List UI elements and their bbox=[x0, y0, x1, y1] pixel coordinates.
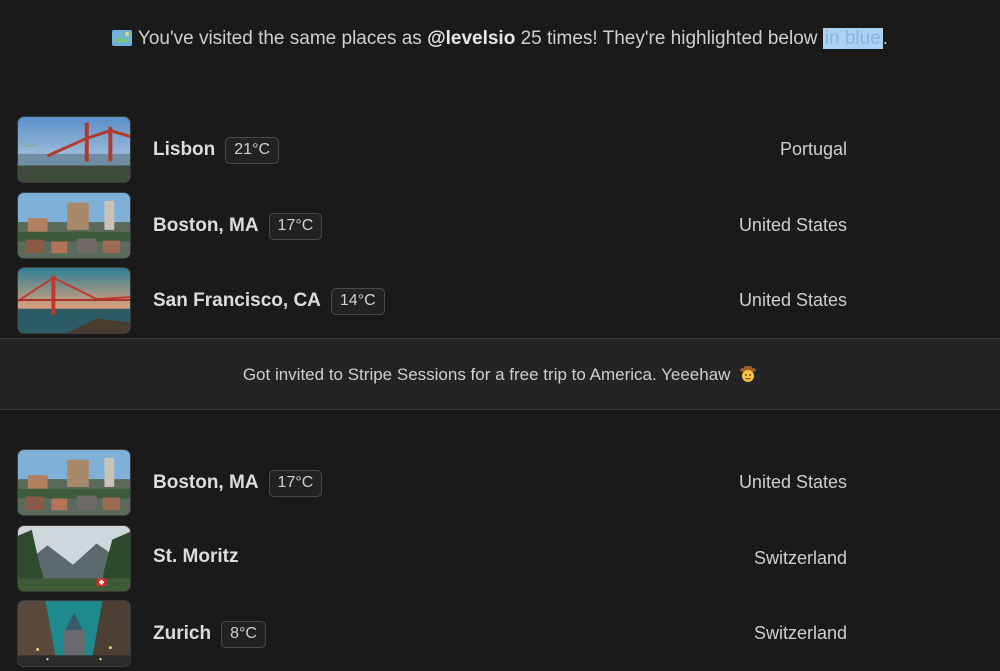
banner-suffix: . bbox=[882, 28, 889, 49]
country-name: United States bbox=[738, 290, 847, 310]
highlight-text: in blue bbox=[822, 28, 883, 49]
places-list-after: Boston, MA 17°C United States St. Moritz … bbox=[0, 446, 1000, 671]
cowboy-face-emoji bbox=[739, 342, 757, 382]
city-name: Lisbon 21°C bbox=[153, 137, 280, 164]
trip-note: Got invited to Stripe Sessions for a fre… bbox=[0, 338, 1000, 410]
banner-prefix: You've visited the same places as bbox=[137, 28, 422, 49]
temperature-badge: 17°C bbox=[268, 470, 323, 497]
place-row[interactable]: Boston, MA 17°C United States bbox=[0, 189, 1000, 265]
zurich-street-photo bbox=[17, 600, 131, 667]
country-name: Switzerland bbox=[753, 623, 847, 643]
mountain-valley-photo bbox=[17, 524, 131, 592]
places-list-before: Lisbon 21°C Portugal Boston, MA 17°C Unite… bbox=[0, 113, 1000, 340]
place-row[interactable]: Lisbon 21°C Portugal bbox=[0, 113, 1000, 189]
city-name: St. Moritz bbox=[153, 545, 239, 567]
city-name: Boston, MA 17°C bbox=[153, 212, 323, 240]
place-row[interactable]: Zurich 8°C Switzerland bbox=[0, 597, 1000, 671]
visit-summary-banner: You've visited the same places as @level… bbox=[0, 28, 1000, 50]
boston-city-photo bbox=[17, 191, 131, 259]
map-icon bbox=[111, 30, 132, 46]
banner-middle: 25 times! They're highlighted below bbox=[520, 28, 818, 49]
note-text: Got invited to Stripe Sessions for a fre… bbox=[242, 365, 731, 384]
country-name: United States bbox=[738, 214, 847, 235]
temperature-badge: 8°C bbox=[221, 621, 266, 648]
temperature-badge: 21°C bbox=[225, 137, 280, 164]
country-name: Switzerland bbox=[753, 547, 847, 568]
city-name: Zurich 8°C bbox=[153, 621, 266, 648]
lisbon-bridge-photo bbox=[17, 116, 131, 183]
country-name: Portugal bbox=[779, 139, 847, 159]
temperature-badge: 17°C bbox=[268, 212, 323, 240]
place-row[interactable]: St. Moritz Switzerland bbox=[0, 522, 1000, 598]
username-link[interactable]: @levelsio bbox=[427, 28, 515, 49]
country-name: United States bbox=[738, 472, 847, 492]
temperature-badge: 14°C bbox=[330, 288, 385, 315]
golden-gate-photo bbox=[17, 267, 131, 334]
place-row[interactable]: San Francisco, CA 14°C United States bbox=[0, 264, 1000, 340]
city-name: San Francisco, CA 14°C bbox=[153, 288, 385, 315]
city-name: Boston, MA 17°C bbox=[153, 470, 323, 497]
place-row[interactable]: Boston, MA 17°C United States bbox=[0, 446, 1000, 522]
boston-city-photo bbox=[17, 449, 131, 516]
